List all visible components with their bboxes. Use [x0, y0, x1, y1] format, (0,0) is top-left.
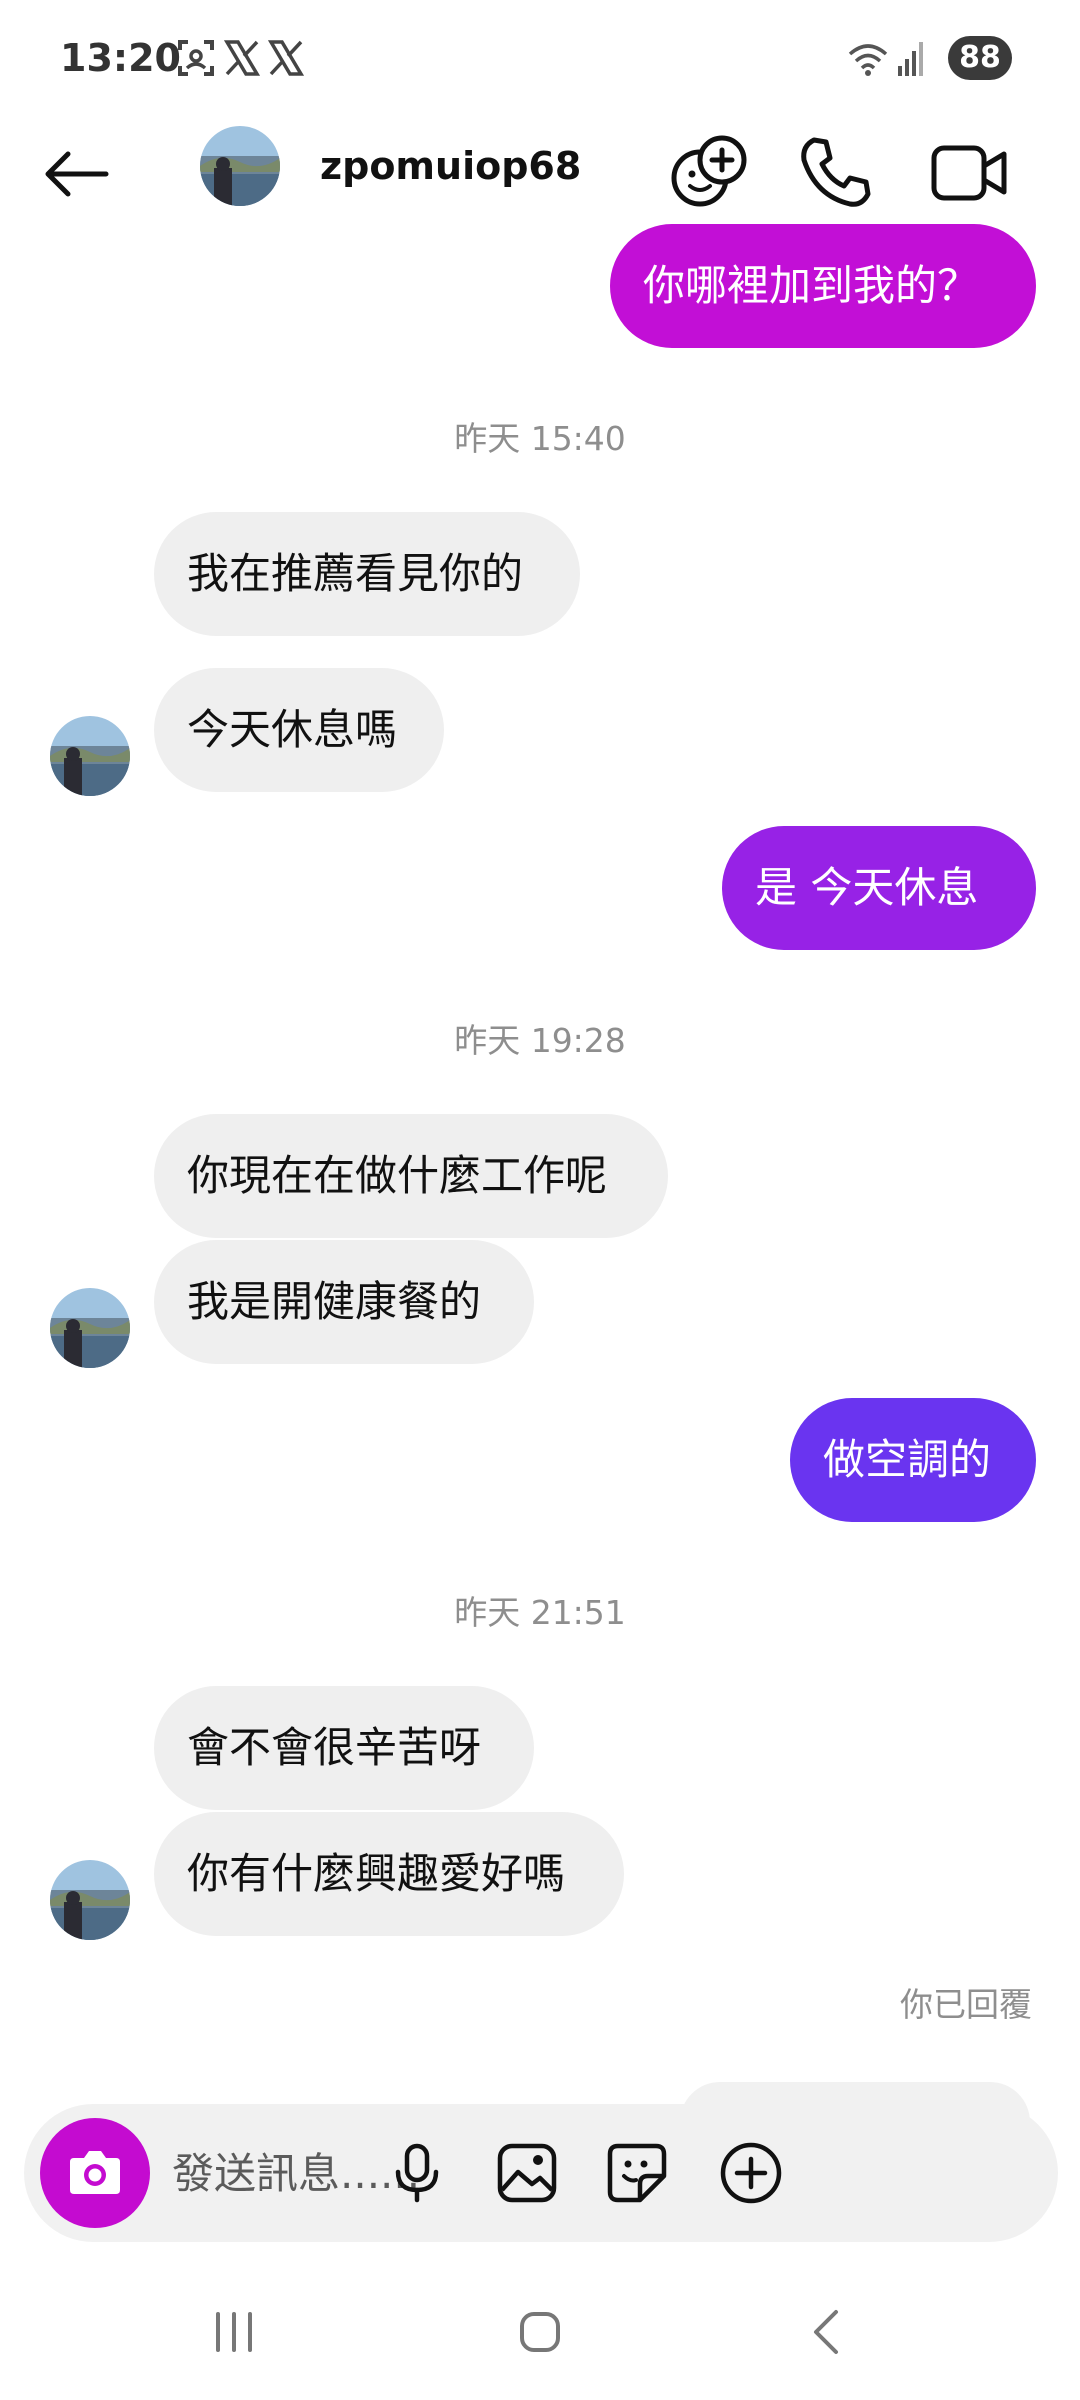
message-bubble-incoming[interactable]: 會不會很辛苦呀 — [154, 1686, 534, 1810]
camera-button[interactable] — [40, 2118, 150, 2228]
home-icon[interactable] — [500, 2292, 580, 2372]
message-timestamp: 昨天 15:40 — [454, 419, 626, 458]
battery-indicator: 88 — [948, 36, 1012, 80]
avatar-image — [50, 716, 130, 796]
avatar-image — [200, 126, 280, 206]
chat-header: zpomuiop68 — [0, 110, 1080, 240]
chat-username[interactable]: zpomuiop68 — [320, 144, 581, 188]
system-nav-bar — [0, 2270, 1080, 2400]
message-bubble-incoming[interactable]: 我是開健康餐的 — [154, 1240, 534, 1364]
message-bubble-outgoing[interactable]: 做空調的 — [790, 1398, 1036, 1522]
plus-circle-icon[interactable] — [718, 2140, 784, 2206]
message-bubble-outgoing[interactable]: 是 今天休息 — [722, 826, 1036, 950]
face-plus-icon[interactable] — [666, 130, 752, 216]
avatar[interactable] — [200, 126, 280, 206]
status-bar: 13:20 88 — [0, 0, 1080, 120]
microphone-icon[interactable] — [384, 2140, 450, 2206]
message-bubble-incoming[interactable]: 今天休息嗎 — [154, 668, 444, 792]
recent-apps-icon[interactable] — [194, 2292, 274, 2372]
wifi-icon — [848, 44, 888, 76]
replied-label: 你已回覆 — [900, 1985, 1032, 2024]
avatar[interactable] — [50, 1860, 130, 1940]
video-camera-icon[interactable] — [926, 130, 1012, 216]
x-logo-icon — [224, 40, 260, 76]
phone-icon[interactable] — [792, 130, 878, 216]
message-timestamp: 昨天 19:28 — [454, 1021, 626, 1060]
message-bubble-incoming[interactable]: 我在推薦看見你的 — [154, 512, 580, 636]
signal-icon — [898, 42, 923, 76]
sticker-icon[interactable] — [604, 2140, 670, 2206]
message-timestamp: 昨天 21:51 — [454, 1593, 626, 1632]
status-time: 13:20 — [60, 36, 181, 80]
message-bubble-outgoing[interactable]: 你哪裡加到我的？ — [610, 224, 1036, 348]
message-bubble-incoming[interactable]: 你現在在做什麼工作呢 — [154, 1114, 668, 1238]
camera-icon — [70, 2151, 120, 2194]
message-bubble-incoming[interactable]: 你有什麼興趣愛好嗎 — [154, 1812, 624, 1936]
back-nav-icon[interactable] — [788, 2292, 868, 2372]
avatar[interactable] — [50, 1288, 130, 1368]
avatar[interactable] — [50, 716, 130, 796]
message-composer — [24, 2104, 1058, 2242]
x-logo-icon — [268, 40, 304, 76]
arrow-left-icon[interactable] — [40, 136, 116, 212]
image-icon[interactable] — [494, 2140, 560, 2206]
screenshot-icon — [178, 40, 214, 76]
avatar-image — [50, 1860, 130, 1940]
avatar-image — [50, 1288, 130, 1368]
